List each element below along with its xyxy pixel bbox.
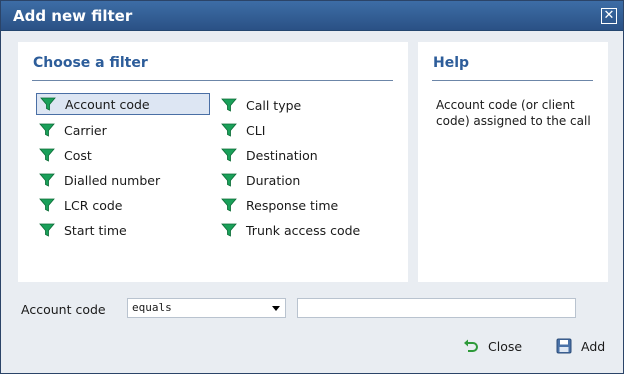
filter-label: LCR code — [64, 197, 123, 213]
dialog-title: Add new filter — [13, 7, 133, 25]
filter-item-response-time[interactable]: Response time — [218, 194, 392, 216]
filter-label: Start time — [64, 222, 127, 238]
help-divider — [432, 80, 593, 81]
add-button-label: Add — [581, 338, 606, 354]
close-x-icon[interactable]: ✕ — [601, 8, 617, 24]
close-button-label: Close — [488, 338, 523, 354]
funnel-icon — [40, 97, 56, 111]
filter-item-account-code[interactable]: Account code — [36, 93, 210, 115]
filter-item-call-type[interactable]: Call type — [218, 94, 392, 116]
filter-label: Carrier — [64, 122, 107, 138]
operator-value: equals — [132, 301, 172, 314]
funnel-icon — [221, 123, 237, 137]
funnel-icon — [39, 223, 55, 237]
chevron-down-icon — [272, 306, 280, 311]
close-button[interactable]: Close — [463, 335, 522, 357]
funnel-icon — [221, 148, 237, 162]
filters-panel-title: Choose a filter — [33, 55, 148, 71]
help-text: Account code (or client code) assigned t… — [436, 98, 591, 128]
filter-label: Call type — [246, 97, 302, 113]
funnel-icon — [39, 173, 55, 187]
filter-item-dialled-number[interactable]: Dialled number — [36, 169, 210, 191]
funnel-icon — [221, 98, 237, 112]
filter-item-duration[interactable]: Duration — [218, 169, 392, 191]
filter-item-cli[interactable]: CLI — [218, 119, 392, 141]
operator-select[interactable]: equals — [127, 298, 286, 318]
funnel-icon — [39, 123, 55, 137]
filter-label: Duration — [246, 172, 301, 188]
filter-label: Dialled number — [64, 172, 161, 188]
funnel-icon — [39, 198, 55, 212]
filter-item-lcr-code[interactable]: LCR code — [36, 194, 210, 216]
funnel-icon — [39, 148, 55, 162]
filter-label: CLI — [246, 122, 266, 138]
condition-field-label: Account code — [21, 302, 106, 317]
filter-item-cost[interactable]: Cost — [36, 144, 210, 166]
add-filter-dialog: Add new filter ✕ Choose a filter Account… — [0, 0, 624, 374]
help-panel: Help Account code (or client code) assig… — [418, 42, 608, 282]
filter-item-carrier[interactable]: Carrier — [36, 119, 210, 141]
filter-label: Response time — [246, 197, 339, 213]
undo-arrow-icon — [464, 339, 478, 352]
funnel-icon — [221, 173, 237, 187]
filter-label: Destination — [246, 147, 318, 163]
filter-item-trunk-access-code[interactable]: Trunk access code — [218, 219, 392, 241]
filter-label: Trunk access code — [246, 222, 361, 238]
filters-divider — [32, 80, 393, 81]
filter-value-input[interactable] — [297, 298, 576, 318]
filters-panel: Choose a filter Account code Carrier Cos… — [18, 42, 408, 282]
save-disk-icon — [556, 338, 572, 354]
add-button[interactable]: Add — [556, 335, 605, 357]
funnel-icon — [221, 198, 237, 212]
filter-label: Account code — [65, 96, 150, 112]
filter-label: Cost — [64, 147, 92, 163]
help-panel-title: Help — [433, 55, 470, 71]
funnel-icon — [221, 223, 237, 237]
titlebar: Add new filter ✕ — [1, 1, 623, 31]
filter-item-destination[interactable]: Destination — [218, 144, 392, 166]
filter-item-start-time[interactable]: Start time — [36, 219, 210, 241]
